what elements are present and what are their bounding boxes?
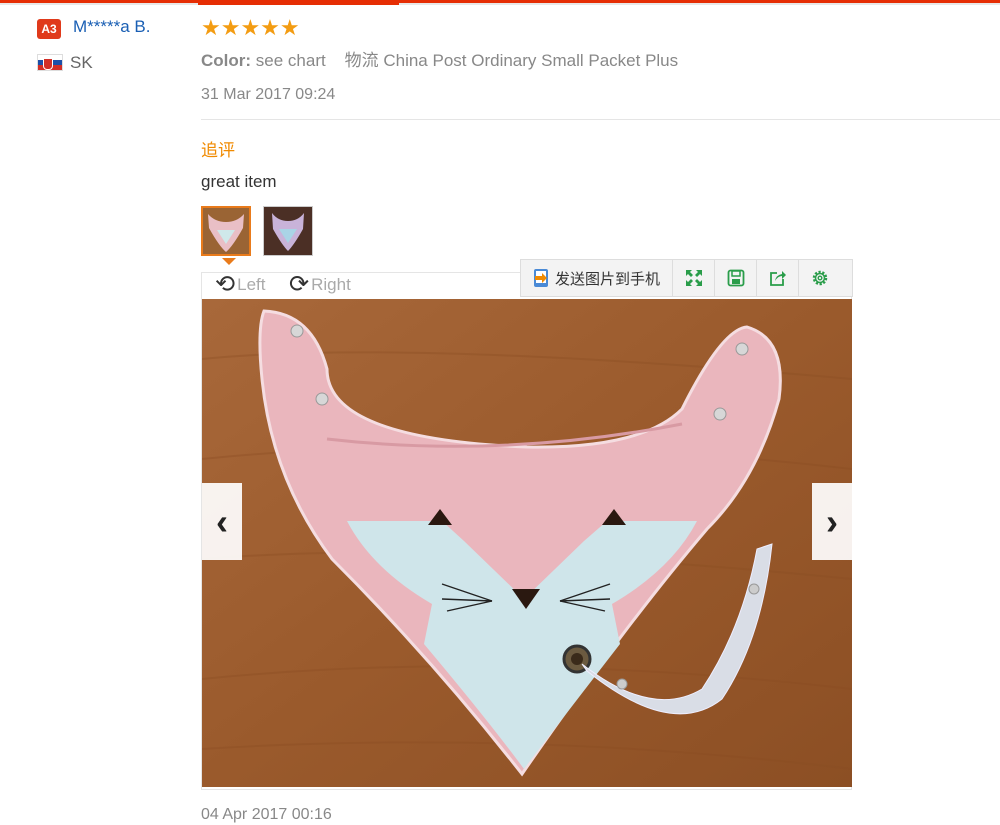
rotate-left-label: Left	[237, 275, 266, 294]
rotate-right-button[interactable]: ⟳ Right	[289, 271, 351, 298]
review-date: 31 Mar 2017 09:24	[201, 86, 336, 103]
settings-icon	[812, 270, 827, 286]
bib-thumbnail-icon	[264, 207, 312, 255]
product-info: Color: see chart 物流 China Post Ordinary …	[201, 46, 678, 71]
review-photo	[202, 299, 852, 787]
shipping-method: 物流 China Post Ordinary Small Packet Plus	[344, 51, 679, 70]
fullscreen-button[interactable]	[673, 260, 716, 296]
rotate-right-icon: ⟳	[289, 271, 310, 298]
chevron-right-icon: ›	[826, 500, 838, 542]
photo-thumbnail-2[interactable]	[263, 206, 313, 256]
rotate-left-icon: ⟲	[215, 271, 236, 298]
save-icon	[727, 269, 744, 287]
rotate-right-label: Right	[311, 275, 351, 294]
send-to-phone-icon	[534, 269, 548, 287]
followup-date: 04 Apr 2017 00:16	[201, 806, 332, 823]
top-accent-line	[0, 0, 1000, 3]
bib-thumbnail-icon	[203, 208, 249, 254]
send-to-phone-label: 发送图片到手机	[555, 270, 661, 288]
share-icon	[769, 271, 786, 286]
share-button[interactable]	[757, 260, 800, 296]
send-to-phone-button[interactable]: 发送图片到手机	[521, 260, 674, 296]
settings-button[interactable]	[799, 260, 840, 296]
fullscreen-icon	[685, 270, 702, 286]
bib-photo-illustration	[202, 299, 852, 787]
save-button[interactable]	[715, 260, 758, 296]
next-image-button[interactable]: ›	[812, 483, 852, 560]
chevron-left-icon: ‹	[216, 500, 228, 542]
reviewer-country: SK	[70, 53, 93, 72]
image-toolbar: 发送图片到手机	[520, 259, 853, 297]
rotate-left-button[interactable]: ⟲ Left	[215, 271, 266, 298]
star-rating: ★★★★★	[201, 15, 300, 40]
photo-thumbnail-1[interactable]	[201, 206, 251, 256]
followup-label: 追评	[201, 141, 235, 160]
followup-comment: great item	[201, 172, 277, 191]
divider	[201, 119, 1000, 120]
user-level-badge: A3	[37, 19, 61, 39]
slovakia-flag-icon	[37, 54, 63, 71]
previous-image-button[interactable]: ‹	[202, 483, 242, 560]
color-value: see chart	[255, 51, 326, 70]
color-label: Color:	[201, 51, 252, 70]
selected-thumbnail-caret	[222, 258, 236, 265]
reviewer-name[interactable]: M*****a B.	[73, 17, 150, 37]
active-tab-indicator	[198, 0, 399, 5]
